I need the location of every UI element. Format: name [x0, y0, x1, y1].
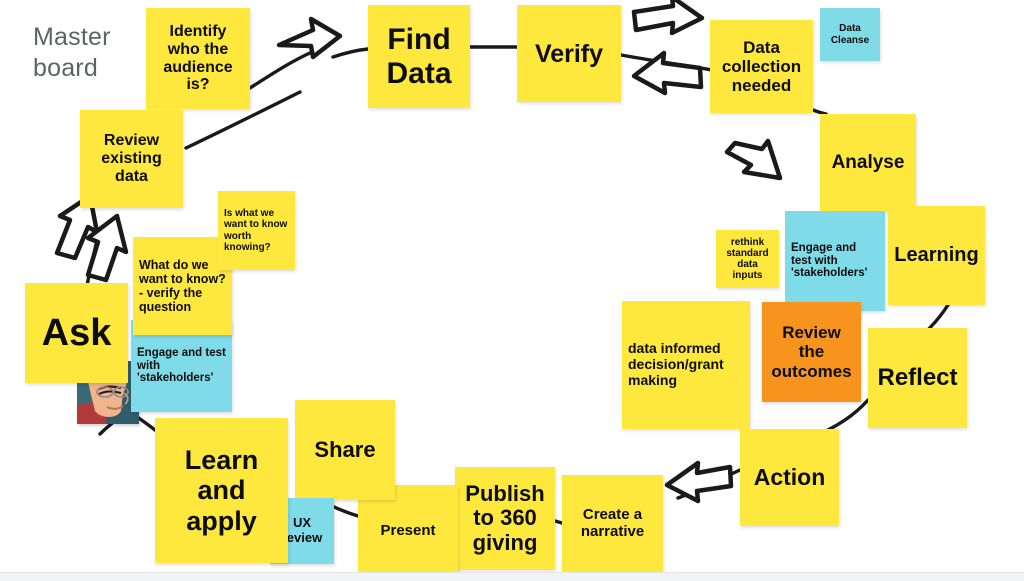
sticky-note-find-data[interactable]: Find Data: [368, 5, 470, 108]
sticky-note-reflect[interactable]: Reflect: [868, 328, 967, 428]
sticky-note-label: Data collection needed: [721, 37, 802, 96]
sticky-note-label: Identify who the audience is?: [163, 22, 233, 94]
sticky-note-label: Reflect: [877, 363, 958, 391]
sticky-note-label: Review the outcomes: [771, 323, 852, 381]
sticky-note-label: Find Data: [386, 22, 452, 90]
sticky-note-label: Review existing data: [101, 132, 162, 185]
page-title-line-2: board: [33, 53, 98, 82]
sticky-note-label: Ask: [41, 311, 112, 354]
sticky-note-label: data informed decision/grant making: [628, 340, 724, 388]
sticky-note-label: Analyse: [831, 151, 905, 173]
sticky-note-engage-test-stakeholders-right[interactable]: Engage and test with 'stakeholders': [785, 211, 885, 311]
sticky-note-label: Learning: [894, 244, 979, 267]
page-title-line-1: Master: [33, 23, 111, 51]
arrow-top-right-down-icon: [631, 0, 705, 36]
sticky-note-label: rethink standard data inputs: [726, 236, 769, 282]
sticky-note-share[interactable]: Share: [295, 400, 395, 500]
whiteboard-canvas[interactable]: Master board Identify who the audience i…: [0, 0, 1024, 581]
sticky-note-label: Action: [753, 463, 826, 490]
arrow-bottom-left-icon: [664, 460, 734, 504]
sticky-note-label: Create a narrative: [580, 506, 645, 540]
sticky-note-analyse[interactable]: Analyse: [820, 114, 916, 211]
sticky-note-review-the-outcomes[interactable]: Review the outcomes: [762, 302, 861, 402]
sticky-note-label: Publish to 360 giving: [465, 480, 545, 555]
sticky-note-label: Engage and test with 'stakeholders': [137, 346, 226, 385]
page-title: Master board: [33, 22, 111, 83]
sticky-note-is-what-we-want-to-know-worth-knowing[interactable]: Is what we want to know worth knowing?: [218, 191, 295, 270]
arrow-ask-up-b-icon: [85, 213, 129, 283]
sticky-note-data-collection-needed[interactable]: Data collection needed: [710, 20, 813, 113]
arrow-top-left-icon: [276, 16, 343, 60]
sticky-note-review-existing-data[interactable]: Review existing data: [80, 110, 183, 208]
sticky-note-label: Data Cleanse: [830, 23, 870, 46]
arrow-analyse-down-icon: [724, 138, 783, 181]
arrow-top-right-back-icon: [631, 50, 704, 96]
sticky-note-learn-and-apply[interactable]: Learn and apply: [155, 418, 288, 563]
sticky-note-label: Learn and apply: [184, 445, 259, 536]
bottom-edge-band: [0, 572, 1024, 581]
sticky-note-data-cleanse[interactable]: Data Cleanse: [820, 8, 880, 61]
sticky-note-verify[interactable]: Verify: [517, 5, 621, 102]
sticky-note-publish-to-360-giving[interactable]: Publish to 360 giving: [455, 467, 555, 570]
sticky-note-action[interactable]: Action: [740, 429, 839, 526]
sticky-note-label: Is what we want to know worth knowing?: [224, 208, 288, 253]
sticky-note-create-a-narrative[interactable]: Create a narrative: [562, 475, 663, 573]
sticky-note-label: What do we want to know? - verify the qu…: [139, 258, 226, 314]
sticky-note-identify-audience[interactable]: Identify who the audience is?: [146, 8, 250, 109]
sticky-note-label: Present: [380, 521, 436, 539]
sticky-note-label: Verify: [534, 39, 604, 68]
sticky-note-label: Engage and test with 'stakeholders': [791, 241, 868, 280]
sticky-note-learning[interactable]: Learning: [888, 206, 985, 305]
sticky-note-ask[interactable]: Ask: [25, 283, 128, 383]
sticky-note-rethink-standard-data-inputs[interactable]: rethink standard data inputs: [716, 230, 779, 288]
sticky-note-label: Share: [314, 436, 376, 462]
sticky-note-data-informed-decision[interactable]: data informed decision/grant making: [622, 301, 750, 429]
